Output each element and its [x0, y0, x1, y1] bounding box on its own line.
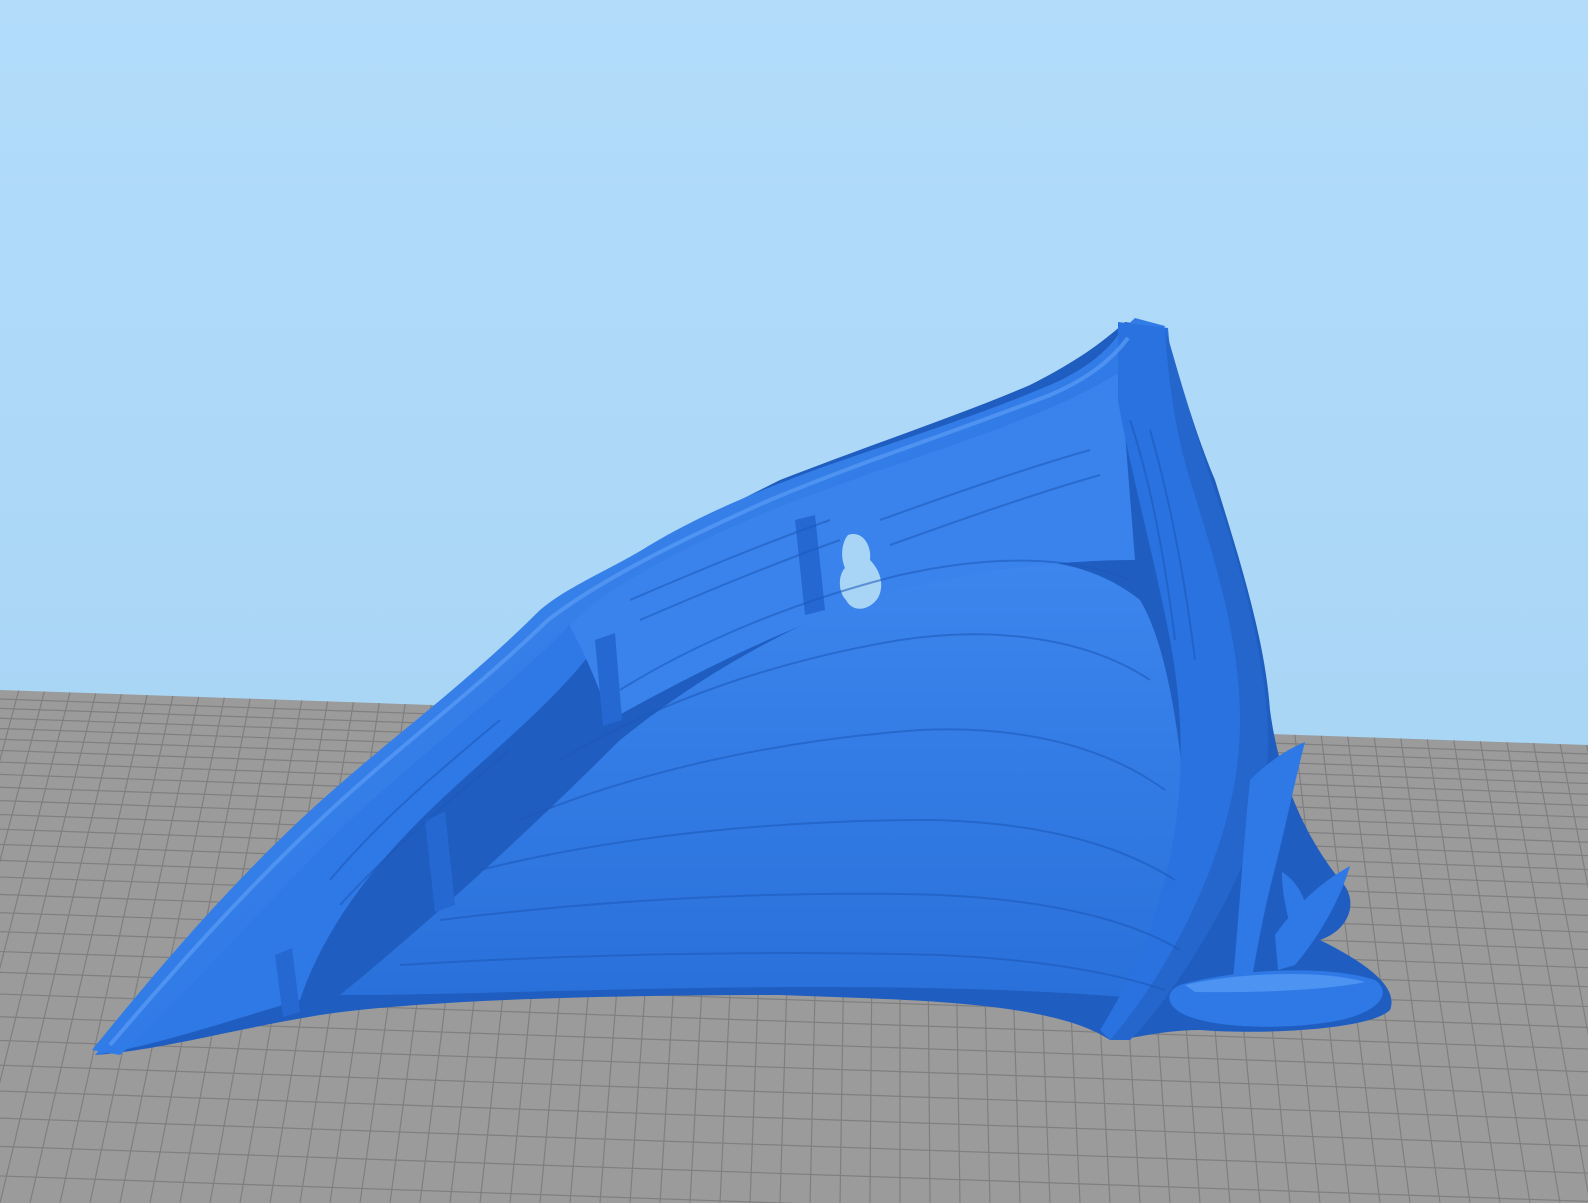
- 3d-viewport[interactable]: [0, 0, 1588, 1203]
- viewport-canvas[interactable]: [0, 0, 1588, 1203]
